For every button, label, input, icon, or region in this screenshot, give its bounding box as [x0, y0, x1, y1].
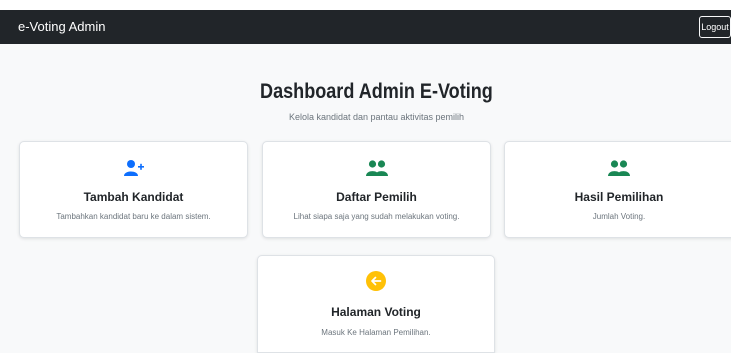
card-text: Masuk Ke Halaman Pemilihan. [321, 328, 431, 337]
card-title: Tambah Kandidat [83, 190, 184, 204]
navbar-brand[interactable]: e-Voting Admin [18, 19, 105, 35]
card-title: Halaman Voting [331, 305, 421, 319]
card-text: Lihat siapa saja yang sudah melakukan vo… [293, 212, 460, 221]
card-text: Tambahkan kandidat baru ke dalam sistem. [56, 212, 211, 221]
page-title: Dashboard Admin E-Voting [260, 80, 493, 103]
card-title: Daftar Pemilih [336, 190, 417, 204]
card-tambah-kandidat[interactable]: Tambah Kandidat Tambahkan kandidat baru … [19, 141, 248, 238]
card-halaman-voting[interactable]: Halaman Voting Masuk Ke Halaman Pemiliha… [257, 255, 495, 353]
card-title: Hasil Pemilihan [574, 190, 664, 204]
card-daftar-pemilih[interactable]: Daftar Pemilih Lihat siapa saja yang sud… [262, 141, 491, 238]
navbar: e-Voting Admin Logout [0, 10, 731, 44]
logout-button[interactable]: Logout [699, 16, 731, 38]
users-icon [500, 159, 731, 177]
card-text: Jumlah Voting. [592, 212, 646, 221]
page-subtitle: Kelola kandidat dan pantau aktivitas pem… [288, 112, 465, 122]
user-plus-icon [20, 159, 247, 177]
card-hasil-pemilihan[interactable]: Hasil Pemilihan Jumlah Voting. [504, 141, 731, 238]
arrow-left-circle-icon [258, 271, 494, 291]
window-top-strip [0, 0, 731, 10]
users-icon [263, 159, 490, 177]
page: e-Voting Admin Logout Dashboard Admin E-… [0, 0, 731, 353]
